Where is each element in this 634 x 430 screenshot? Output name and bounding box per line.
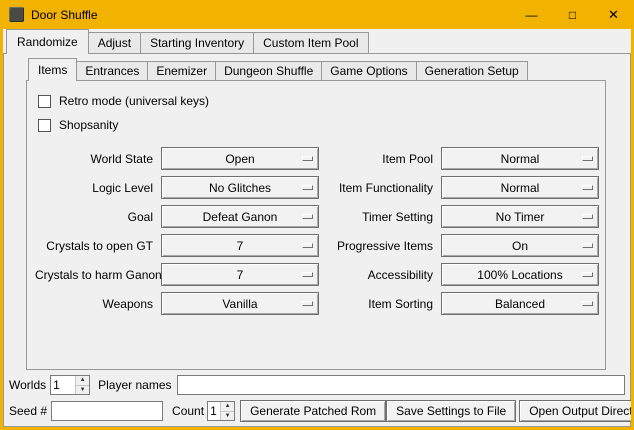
arrow-up-icon: ▲	[225, 403, 231, 409]
logic-level-label: Logic Level	[35, 181, 153, 195]
world-state-dropdown[interactable]: Open	[161, 147, 319, 170]
shopsanity-label: Shopsanity	[59, 118, 118, 132]
window-title: Door Shuffle	[31, 8, 98, 22]
worlds-label: Worlds	[9, 378, 46, 392]
titlebar: Door Shuffle — □ ✕	[0, 0, 634, 29]
progressive-items-label: Progressive Items	[327, 239, 433, 253]
dropdown-indicator-icon	[302, 214, 313, 219]
accessibility-label: Accessibility	[327, 268, 433, 282]
dropdown-indicator-icon	[582, 156, 593, 161]
tab-dungeon-shuffle[interactable]: Dungeon Shuffle	[215, 61, 322, 80]
worlds-input[interactable]	[51, 376, 75, 394]
checkbox-icon	[38, 119, 51, 132]
main-tabbar: Randomize Adjust Starting Inventory Cust…	[3, 29, 631, 53]
tab-items[interactable]: Items	[28, 58, 77, 81]
tab-custom-item-pool[interactable]: Custom Item Pool	[253, 32, 368, 53]
app-window: Door Shuffle — □ ✕ Randomize Adjust Star…	[0, 0, 634, 430]
randomize-pane: Items Entrances Enemizer Dungeon Shuffle…	[3, 53, 631, 427]
goal-label: Goal	[35, 210, 153, 224]
item-sorting-label: Item Sorting	[327, 297, 433, 311]
timer-setting-label: Timer Setting	[327, 210, 433, 224]
tab-generation-setup[interactable]: Generation Setup	[416, 61, 528, 80]
progressive-items-dropdown[interactable]: On	[441, 234, 599, 257]
dropdown-indicator-icon	[582, 185, 593, 190]
open-output-directory-button[interactable]: Open Output Directory	[519, 400, 634, 422]
window-controls: — □ ✕	[511, 0, 634, 29]
count-spin-up-button[interactable]: ▲	[221, 402, 234, 412]
dropdown-indicator-icon	[582, 214, 593, 219]
dropdown-indicator-icon	[302, 185, 313, 190]
dropdown-indicator-icon	[582, 272, 593, 277]
dropdown-indicator-icon	[582, 243, 593, 248]
minimize-button[interactable]: —	[511, 0, 552, 29]
tab-adjust[interactable]: Adjust	[88, 32, 141, 53]
tab-enemizer[interactable]: Enemizer	[147, 61, 216, 80]
seed-label: Seed #	[9, 404, 47, 418]
crystals-ganon-dropdown[interactable]: 7	[161, 263, 319, 286]
dropdown-indicator-icon	[302, 156, 313, 161]
item-pool-label: Item Pool	[327, 152, 433, 166]
player-names-label: Player names	[98, 378, 171, 392]
sub-tabbar: Items Entrances Enemizer Dungeon Shuffle…	[26, 58, 606, 80]
goal-dropdown[interactable]: Defeat Ganon	[161, 205, 319, 228]
item-functionality-label: Item Functionality	[327, 181, 433, 195]
app-icon	[9, 7, 24, 22]
generate-patched-rom-button[interactable]: Generate Patched Rom	[240, 400, 386, 422]
tab-game-options[interactable]: Game Options	[321, 61, 416, 80]
accessibility-dropdown[interactable]: 100% Locations	[441, 263, 599, 286]
crystals-gt-dropdown[interactable]: 7	[161, 234, 319, 257]
close-button[interactable]: ✕	[593, 0, 634, 29]
maximize-icon: □	[569, 8, 576, 22]
worlds-spin-down-button[interactable]: ▼	[76, 386, 89, 395]
maximize-button[interactable]: □	[552, 0, 593, 29]
crystals-ganon-label: Crystals to harm Ganon	[35, 268, 153, 282]
weapons-label: Weapons	[35, 297, 153, 311]
checkbox-icon	[38, 95, 51, 108]
items-pane: Retro mode (universal keys) Shopsanity W…	[26, 80, 606, 370]
tab-entrances[interactable]: Entrances	[76, 61, 148, 80]
settings-grid: World State Open Item Pool Normal Logic …	[35, 147, 597, 315]
count-spinbox: ▲ ▼	[207, 401, 235, 421]
dropdown-indicator-icon	[582, 301, 593, 306]
multiworld-row: Worlds ▲ ▼ Player names	[9, 374, 625, 396]
shopsanity-checkbox[interactable]: Shopsanity	[38, 113, 597, 137]
count-input[interactable]	[208, 402, 220, 420]
dropdown-indicator-icon	[302, 301, 313, 306]
tab-starting-inventory[interactable]: Starting Inventory	[140, 32, 254, 53]
count-spin-down-button[interactable]: ▼	[221, 412, 234, 421]
world-state-label: World State	[35, 152, 153, 166]
worlds-spinbox: ▲ ▼	[50, 375, 90, 395]
item-sorting-dropdown[interactable]: Balanced	[441, 292, 599, 315]
worlds-spin-up-button[interactable]: ▲	[76, 376, 89, 386]
dropdown-indicator-icon	[302, 243, 313, 248]
generate-row: Seed # Count ▲ ▼ Generate Patched Rom Sa…	[9, 400, 625, 422]
retro-mode-label: Retro mode (universal keys)	[59, 94, 209, 108]
logic-level-dropdown[interactable]: No Glitches	[161, 176, 319, 199]
weapons-dropdown[interactable]: Vanilla	[161, 292, 319, 315]
item-pool-dropdown[interactable]: Normal	[441, 147, 599, 170]
arrow-down-icon: ▼	[80, 387, 86, 393]
timer-setting-dropdown[interactable]: No Timer	[441, 205, 599, 228]
window-content: Randomize Adjust Starting Inventory Cust…	[0, 29, 634, 430]
seed-input[interactable]	[51, 401, 163, 421]
sub-notebook: Items Entrances Enemizer Dungeon Shuffle…	[26, 58, 606, 370]
crystals-gt-label: Crystals to open GT	[35, 239, 153, 253]
tab-randomize[interactable]: Randomize	[6, 29, 89, 54]
arrow-up-icon: ▲	[80, 377, 86, 383]
minimize-icon: —	[526, 8, 538, 22]
arrow-down-icon: ▼	[225, 413, 231, 419]
count-label: Count	[172, 404, 204, 418]
save-settings-button[interactable]: Save Settings to File	[386, 400, 516, 422]
dropdown-indicator-icon	[302, 272, 313, 277]
retro-mode-checkbox[interactable]: Retro mode (universal keys)	[38, 89, 597, 113]
player-names-input[interactable]	[177, 375, 626, 395]
close-icon: ✕	[608, 7, 619, 23]
item-functionality-dropdown[interactable]: Normal	[441, 176, 599, 199]
